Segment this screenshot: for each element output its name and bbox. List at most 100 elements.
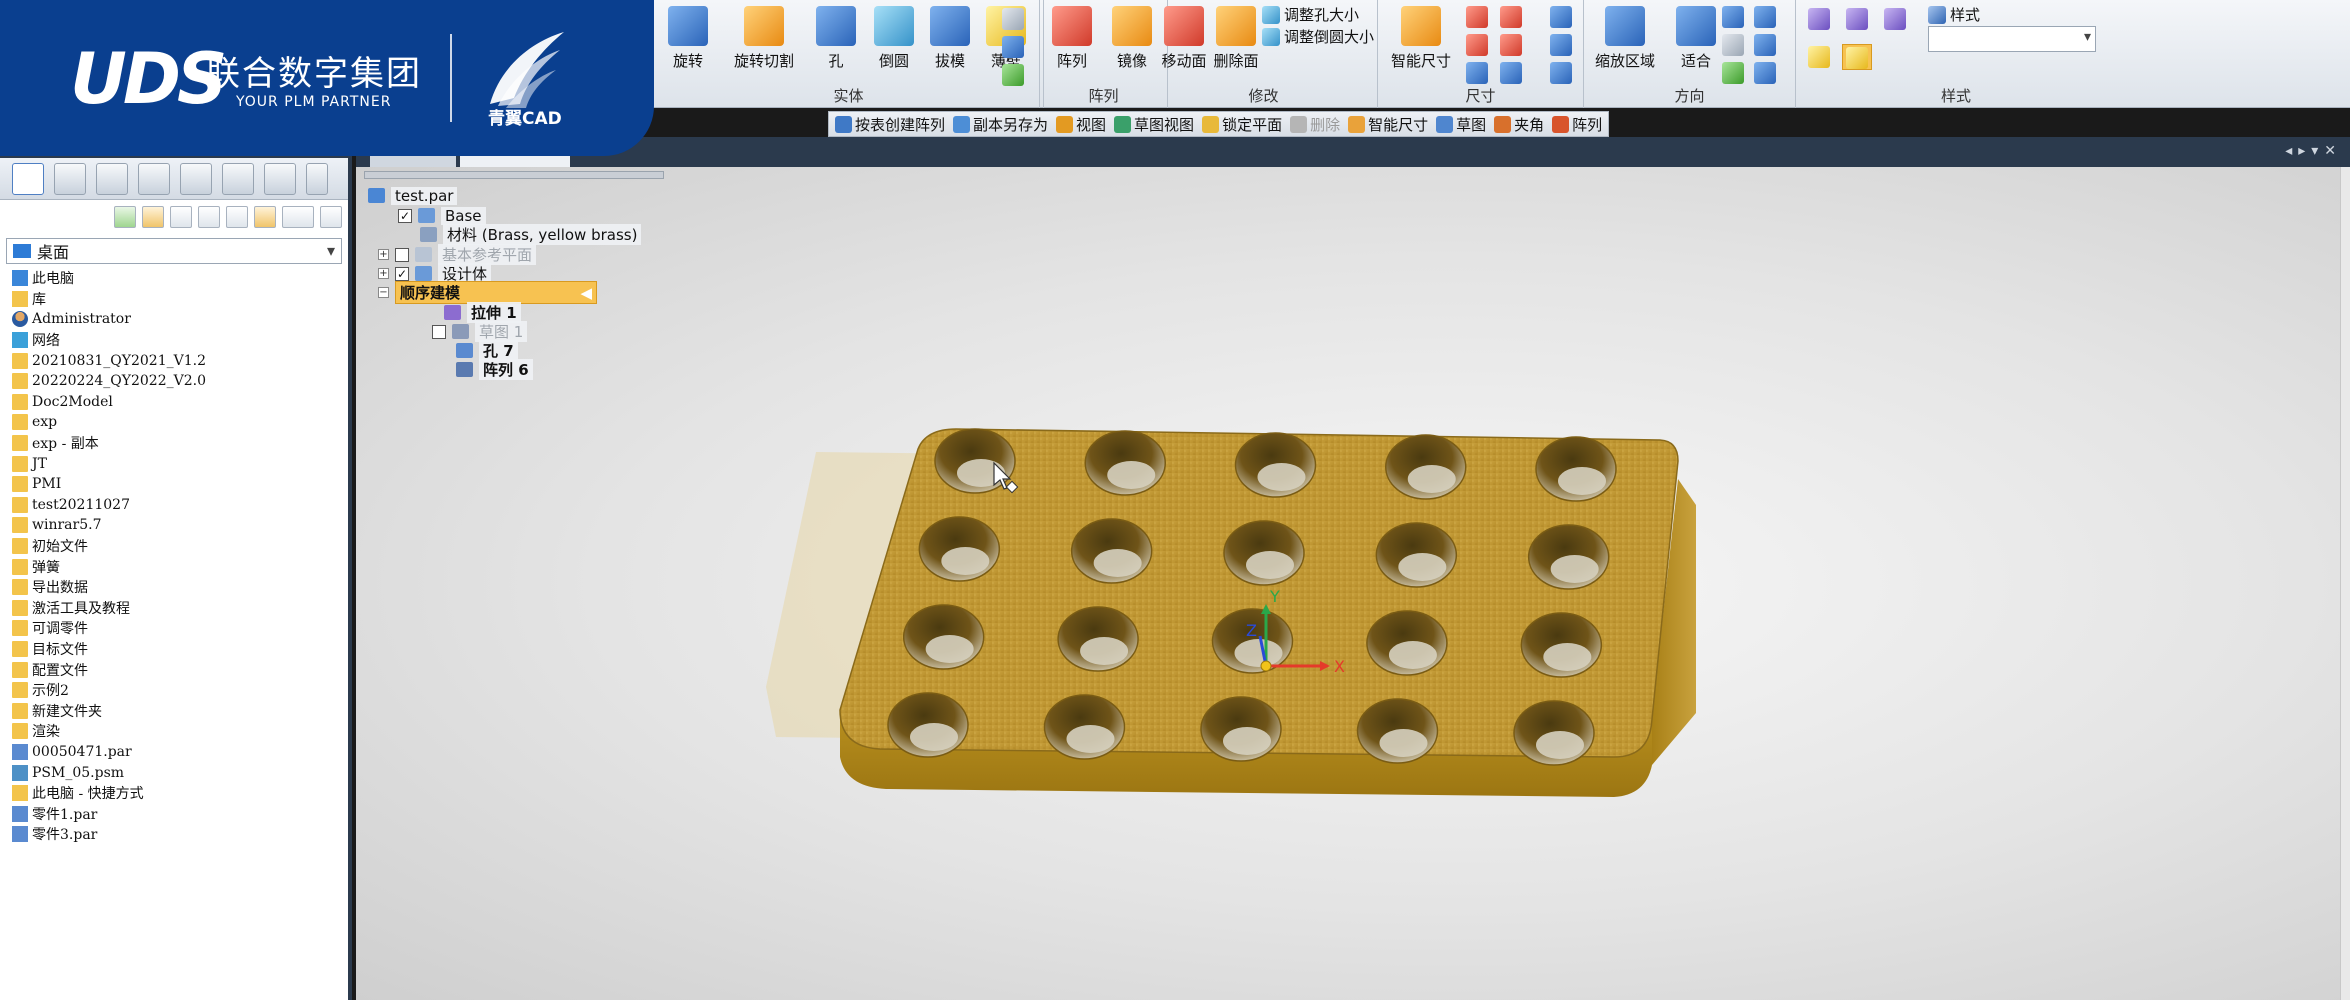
file-list-item[interactable]: 20210831_QY2021_V1.2: [12, 350, 348, 371]
new-folder-icon[interactable]: [254, 206, 276, 228]
lock-plane-button[interactable]: 锁定平面: [1202, 114, 1282, 135]
file-list-item[interactable]: 零件1.par: [12, 803, 348, 824]
shell-small-button[interactable]: [998, 34, 1028, 60]
file-list-item[interactable]: JT: [12, 453, 348, 474]
font-size-up-button[interactable]: [1546, 32, 1576, 58]
expand-design-body[interactable]: +: [378, 268, 389, 279]
view-mode-icon[interactable]: [282, 206, 314, 228]
collapse-sequential[interactable]: −: [378, 287, 389, 298]
shaded-edges-button[interactable]: [1842, 44, 1872, 70]
rotate-view-button[interactable]: [1718, 60, 1748, 86]
pan-button[interactable]: [1718, 32, 1748, 58]
tree-sequential[interactable]: − 顺序建模 ◀: [378, 281, 598, 304]
file-list-item[interactable]: PSM_05.psm: [12, 762, 348, 783]
ref-planes-checkbox[interactable]: [395, 247, 409, 262]
file-list-item[interactable]: exp: [12, 412, 348, 433]
wireframe-button[interactable]: [1804, 6, 1834, 32]
file-list-item[interactable]: PMI: [12, 474, 348, 495]
tab-layers[interactable]: [138, 162, 170, 195]
forward-icon[interactable]: [198, 206, 220, 228]
file-list-item[interactable]: 配置文件: [12, 659, 348, 680]
tab-sensors[interactable]: [264, 162, 296, 195]
file-list-item[interactable]: Doc2Model: [12, 392, 348, 413]
tab-select[interactable]: [96, 162, 128, 195]
text-annotation-button[interactable]: [1546, 4, 1576, 30]
location-dropdown[interactable]: 桌面: [6, 238, 342, 264]
design-body-checkbox[interactable]: ✓: [395, 266, 409, 281]
named-view-button[interactable]: [1750, 60, 1780, 86]
style-dropdown[interactable]: [1928, 26, 2096, 52]
file-list-item[interactable]: Administrator: [12, 309, 348, 330]
file-list-item[interactable]: 导出数据: [12, 577, 348, 598]
file-list-item[interactable]: 示例2: [12, 680, 348, 701]
up-folder-icon[interactable]: [226, 206, 248, 228]
delete-face-button[interactable]: 删除面: [1206, 4, 1266, 82]
tree-feature-pattern[interactable]: 阵列 6: [456, 359, 533, 380]
distance-dimension-button[interactable]: [1462, 4, 1492, 30]
symmetric-button[interactable]: [1496, 32, 1526, 58]
file-list-item[interactable]: 激活工具及教程: [12, 598, 348, 619]
sketch-checkbox[interactable]: [432, 324, 446, 339]
file-list-item[interactable]: 初始文件: [12, 536, 348, 557]
file-list-item[interactable]: winrar5.7: [12, 515, 348, 536]
hidden-line-button[interactable]: [1842, 6, 1872, 32]
revolve-cut-button[interactable]: 旋转切割: [724, 4, 804, 82]
tab-library[interactable]: [12, 162, 44, 195]
resize-hole-button[interactable]: 调整孔大小: [1262, 4, 1359, 25]
angle-dimension-button[interactable]: [1462, 32, 1492, 58]
file-list-item[interactable]: exp - 副本: [12, 433, 348, 454]
tree-material[interactable]: 材料 (Brass, yellow brass): [420, 224, 642, 245]
sketch-button[interactable]: 草图: [1436, 114, 1486, 135]
tree-resize-bar[interactable]: [364, 171, 664, 179]
file-list-item[interactable]: 可调零件: [12, 618, 348, 639]
add-feature-small-button[interactable]: [998, 6, 1028, 32]
tree-root[interactable]: test.par: [368, 186, 458, 205]
file-list-item[interactable]: 目标文件: [12, 639, 348, 660]
expand-ref-planes[interactable]: +: [378, 249, 389, 260]
coordinate-dimension-button[interactable]: [1462, 60, 1492, 86]
3d-viewport[interactable]: X Y Z test.par ✓ Base 材料 (Brass, yellow …: [356, 167, 2350, 1000]
angle-button[interactable]: 夹角: [1494, 114, 1544, 135]
tree-feature-hole[interactable]: 孔 7: [456, 340, 518, 361]
tree-ref-planes[interactable]: + 基本参考平面: [378, 244, 537, 265]
resize-round-button[interactable]: 调整倒圆大小: [1262, 26, 1374, 47]
tree-design-body[interactable]: + ✓ 设计体: [378, 263, 492, 284]
relation-button[interactable]: [1496, 4, 1526, 30]
zoom-button[interactable]: [1718, 4, 1748, 30]
pattern-cmd-button[interactable]: 阵列: [1552, 114, 1602, 135]
file-list-item[interactable]: 00050471.par: [12, 742, 348, 763]
save-copy-as-button[interactable]: 副本另存为: [953, 114, 1048, 135]
smart-dimension-button[interactable]: 智能尺寸: [1386, 4, 1456, 82]
add-icon[interactable]: [114, 206, 136, 228]
part-model[interactable]: X Y Z: [356, 167, 2350, 1000]
round-button[interactable]: 倒圆: [864, 4, 924, 82]
file-list-item[interactable]: 新建文件夹: [12, 700, 348, 721]
tree-feature-extrude[interactable]: 拉伸 1: [444, 302, 521, 323]
variable-table-button[interactable]: [1496, 60, 1526, 86]
file-list-item[interactable]: 弹簧: [12, 556, 348, 577]
zoom-area-button[interactable]: 缩放区域: [1586, 4, 1664, 82]
tree-feature-sketch[interactable]: 草图 1: [432, 321, 528, 342]
pattern-button[interactable]: 阵列: [1042, 4, 1102, 82]
move-face-button[interactable]: 移动面: [1154, 4, 1214, 82]
tab-help[interactable]: [54, 162, 86, 195]
draft-button[interactable]: 拔模: [920, 4, 980, 82]
viewport-scrollbar[interactable]: [2340, 167, 2350, 1000]
font-size-down-button[interactable]: [1546, 60, 1576, 86]
visible-edges-button[interactable]: [1880, 6, 1910, 32]
rollback-arrow-icon[interactable]: ◀: [580, 284, 592, 302]
view-orient-button[interactable]: [1750, 4, 1780, 30]
file-list-item[interactable]: 此电脑 - 快捷方式: [12, 783, 348, 804]
style-label-button[interactable]: 样式: [1928, 4, 1980, 25]
spin-view-button[interactable]: [1750, 32, 1780, 58]
sketch-view-button[interactable]: 草图视图: [1114, 114, 1194, 135]
smart-dimension-cmd-button[interactable]: 智能尺寸: [1348, 114, 1428, 135]
tab-family[interactable]: [222, 162, 254, 195]
view-button[interactable]: 视图: [1056, 114, 1106, 135]
tab-scroll[interactable]: [306, 162, 328, 195]
fit-button[interactable]: 适合: [1666, 4, 1726, 82]
create-pattern-by-table-button[interactable]: 按表创建阵列: [835, 114, 945, 135]
file-list-item[interactable]: 此电脑: [12, 268, 348, 289]
back-icon[interactable]: [170, 206, 192, 228]
base-checkbox[interactable]: ✓: [398, 208, 412, 223]
